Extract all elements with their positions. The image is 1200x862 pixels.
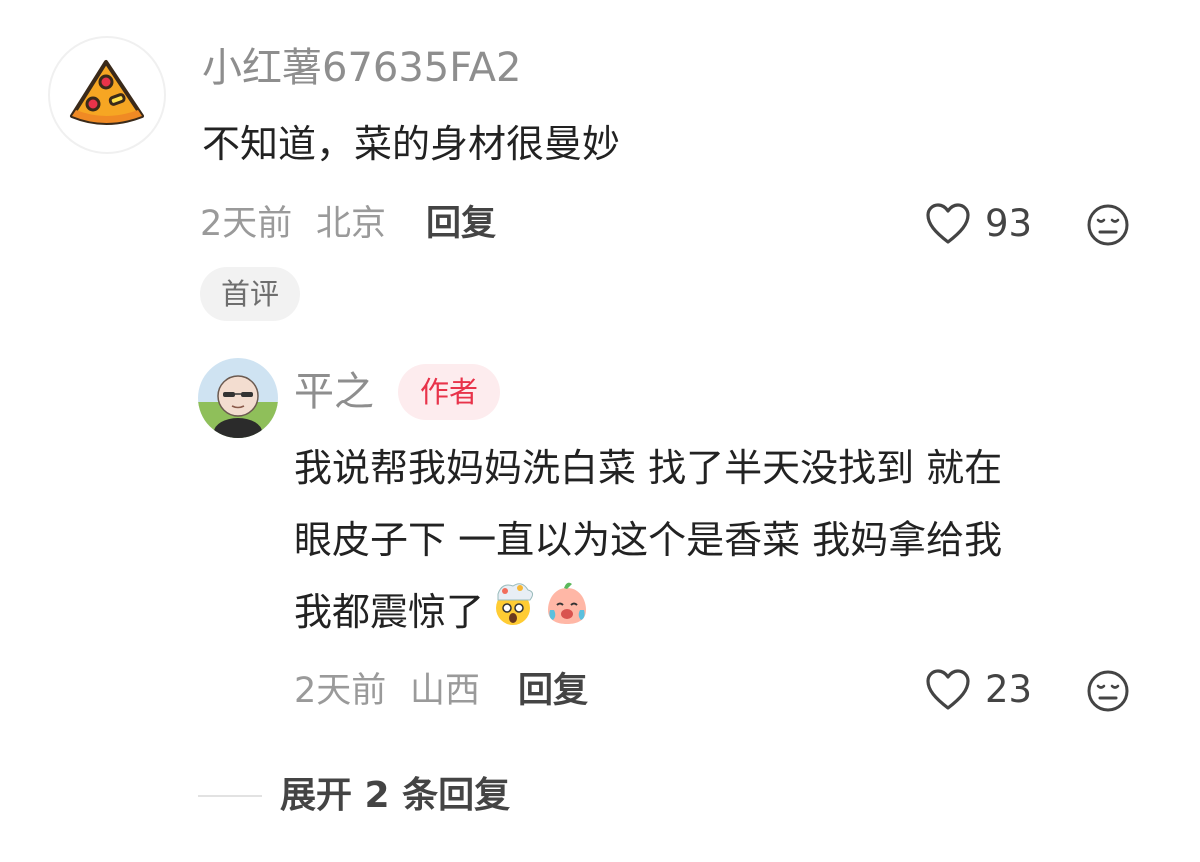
author-username[interactable]: 平之 bbox=[294, 368, 374, 416]
reply-text-line-1: 我说帮我妈妈洗白菜 找了半天没找到 就在 bbox=[294, 446, 1003, 490]
reply-location: 山西 bbox=[410, 671, 481, 711]
commenter-avatar[interactable] bbox=[48, 36, 166, 154]
exploding-head-emoji bbox=[488, 578, 538, 651]
author-badge: 作者 bbox=[398, 364, 500, 420]
expand-divider bbox=[198, 795, 262, 797]
meh-face-icon bbox=[1087, 204, 1129, 246]
reply-time: 2天前 bbox=[294, 671, 387, 711]
reply-like-button[interactable] bbox=[925, 668, 973, 712]
reply-reply-button[interactable]: 回复 bbox=[518, 669, 588, 713]
reply-text-line-3-text: 我都震惊了 bbox=[294, 590, 485, 634]
expand-replies-button[interactable]: 展开 2 条回复 bbox=[280, 772, 510, 820]
comment-like-count: 93 bbox=[985, 202, 1033, 245]
reply-text-line-3: 我都震惊了 bbox=[294, 576, 592, 651]
heart-icon bbox=[926, 203, 970, 244]
reply-dislike-button[interactable] bbox=[1086, 669, 1130, 713]
pizza-icon bbox=[70, 60, 144, 125]
comment-dislike-button[interactable] bbox=[1086, 203, 1130, 247]
heart-icon bbox=[926, 669, 970, 710]
comment-reply-button[interactable]: 回复 bbox=[426, 202, 496, 246]
author-avatar[interactable] bbox=[198, 358, 278, 438]
meh-face-icon bbox=[1087, 670, 1129, 712]
first-comment-badge: 首评 bbox=[200, 267, 300, 321]
commenter-username[interactable]: 小红薯67635FA2 bbox=[202, 44, 521, 92]
reply-text-line-2: 眼皮子下 一直以为这个是香菜 我妈拿给我 bbox=[294, 518, 1003, 562]
comment-location: 北京 bbox=[316, 204, 387, 244]
author-avatar-image bbox=[198, 358, 278, 438]
reply-like-count: 23 bbox=[985, 668, 1033, 711]
comment-time: 2天前 bbox=[200, 204, 293, 244]
comment-like-button[interactable] bbox=[925, 202, 973, 246]
comment-text: 不知道，菜的身材很曼妙 bbox=[202, 122, 621, 166]
crying-face-emoji bbox=[542, 578, 592, 651]
